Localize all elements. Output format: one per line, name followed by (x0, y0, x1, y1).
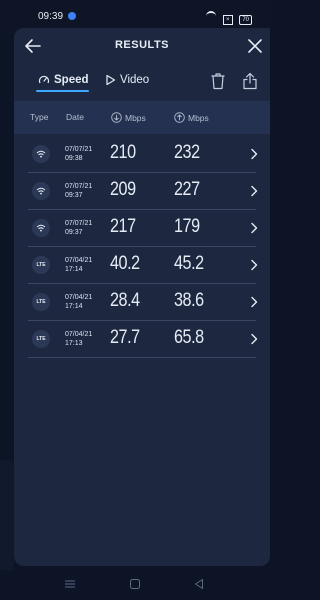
result-row[interactable]: LTE 07/04/21 17:14 28.4 38.6 (28, 284, 258, 321)
result-datetime: 07/04/21 17:13 (65, 331, 92, 348)
download-value: 27.7 (110, 327, 140, 348)
result-datetime: 07/07/21 09:37 (65, 183, 92, 200)
result-datetime: 07/07/21 09:38 (65, 146, 92, 163)
status-time: 09:39 (38, 11, 64, 22)
tab-speed[interactable]: Speed (38, 74, 89, 86)
result-row[interactable]: LTE 07/04/21 17:13 27.7 65.8 (28, 321, 258, 358)
wifi-status-icon (206, 11, 217, 21)
column-date: Date (66, 112, 84, 122)
result-datetime: 07/04/21 17:14 (65, 257, 92, 274)
close-icon[interactable] (246, 37, 264, 55)
upload-value: 45.2 (174, 253, 204, 274)
result-datetime: 07/07/21 09:37 (65, 220, 92, 237)
battery-icon: 70 (239, 15, 252, 25)
result-date: 07/04/21 (65, 294, 93, 301)
upload-value: 179 (174, 216, 200, 237)
status-icons: × 70 (202, 11, 252, 25)
tab-video-label: Video (120, 74, 150, 86)
active-tab-indicator (36, 90, 89, 92)
result-row[interactable]: 07/07/21 09:37 217 179 (28, 210, 258, 247)
result-row[interactable]: 07/07/21 09:38 210 232 (28, 136, 258, 173)
column-type: Type (30, 112, 49, 122)
result-date: 07/04/21 (65, 331, 93, 338)
result-date: 07/07/21 (65, 220, 93, 227)
column-upload-label: Mbps (188, 112, 209, 123)
download-value: 28.4 (110, 290, 140, 311)
lte-icon: LTE (32, 293, 50, 311)
play-icon (106, 74, 116, 86)
menu-icon[interactable] (64, 578, 76, 590)
download-value: 217 (110, 216, 136, 237)
result-time: 17:13 (65, 339, 83, 347)
result-time: 17:14 (65, 302, 83, 310)
upload-arrow-icon (174, 112, 185, 123)
column-upload: Mbps (174, 112, 209, 123)
column-download: Mbps (111, 112, 146, 123)
result-time: 09:37 (65, 228, 83, 236)
tab-video[interactable]: Video (105, 74, 149, 86)
back-triangle-icon[interactable] (193, 578, 205, 590)
result-datetime: 07/04/21 17:14 (65, 294, 92, 311)
chevron-right-icon (251, 185, 258, 197)
wifi-icon (32, 145, 50, 163)
results-sheet: RESULTS Speed Video Type Date Mbps Mbps … (14, 28, 270, 566)
share-icon[interactable] (242, 72, 258, 90)
result-time: 09:37 (65, 191, 83, 199)
system-nav-bar (0, 570, 270, 600)
chevron-right-icon (251, 259, 258, 271)
lte-icon: LTE (32, 256, 50, 274)
download-value: 40.2 (110, 253, 140, 274)
column-download-label: Mbps (125, 112, 146, 123)
upload-value: 227 (174, 179, 200, 200)
chevron-right-icon (251, 148, 258, 160)
chevron-right-icon (251, 222, 258, 234)
chevron-right-icon (251, 333, 258, 345)
download-value: 210 (110, 142, 136, 163)
header: RESULTS (14, 28, 270, 64)
tab-speed-label: Speed (54, 74, 89, 86)
background-card-edge (0, 460, 14, 580)
wifi-icon (32, 219, 50, 237)
result-date: 07/04/21 (65, 257, 93, 264)
page-title: RESULTS (114, 39, 170, 51)
upload-value: 38.6 (174, 290, 204, 311)
speedometer-icon (38, 75, 50, 84)
upload-value: 232 (174, 142, 200, 163)
lte-icon: LTE (32, 330, 50, 348)
wifi-icon (32, 182, 50, 200)
table-header: Type Date Mbps Mbps (14, 101, 270, 134)
result-row[interactable]: 07/07/21 09:37 209 227 (28, 173, 258, 210)
download-value: 209 (110, 179, 136, 200)
trash-icon[interactable] (210, 72, 226, 90)
chevron-right-icon (251, 296, 258, 308)
result-date: 07/07/21 (65, 183, 93, 190)
upload-value: 65.8 (174, 327, 204, 348)
sim-status-icon: × (222, 15, 233, 25)
settings-notification-icon (68, 12, 76, 20)
result-date: 07/07/21 (65, 146, 93, 153)
home-icon[interactable] (129, 578, 141, 590)
download-arrow-icon (111, 112, 122, 123)
tab-bar: Speed Video (14, 68, 270, 96)
result-time: 09:38 (65, 154, 83, 162)
result-time: 17:14 (65, 265, 83, 273)
result-row[interactable]: LTE 07/04/21 17:14 40.2 45.2 (28, 247, 258, 284)
